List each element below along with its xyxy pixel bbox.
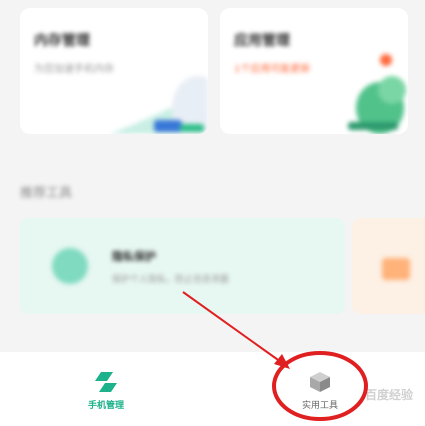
bottom-navigation: 手机管理 实用工具 百度经验 bbox=[0, 352, 425, 426]
nav-phone-manager[interactable]: 手机管理 bbox=[74, 370, 138, 411]
nav-phone-manager-label: 手机管理 bbox=[87, 401, 124, 411]
cube-icon bbox=[310, 372, 330, 392]
memory-illustration bbox=[110, 76, 208, 134]
privacy-tool-title: 隐私保护 bbox=[112, 250, 156, 263]
robot-illustration bbox=[348, 76, 406, 134]
second-tool-tile[interactable] bbox=[352, 218, 425, 314]
privacy-tool-tile[interactable]: 隐私保护 保护个人隐私，防止信息泄露 bbox=[20, 218, 345, 314]
section-title: 推荐工具 bbox=[20, 186, 73, 201]
phone-manager-icon bbox=[95, 372, 117, 392]
privacy-tool-icon bbox=[52, 248, 88, 284]
watermark-text: 百度经验 bbox=[364, 388, 413, 402]
app-manager-card[interactable]: 应用管理 1个应用可能更新 bbox=[220, 8, 408, 134]
second-tool-icon bbox=[382, 258, 410, 280]
privacy-tool-subtitle: 保护个人隐私，防止信息泄露 bbox=[112, 275, 230, 285]
memory-card[interactable]: 内存管理 为您加速手机内存 bbox=[20, 8, 208, 134]
nav-utilities-label: 实用工具 bbox=[301, 401, 338, 411]
nav-utilities[interactable]: 实用工具 bbox=[288, 370, 352, 411]
